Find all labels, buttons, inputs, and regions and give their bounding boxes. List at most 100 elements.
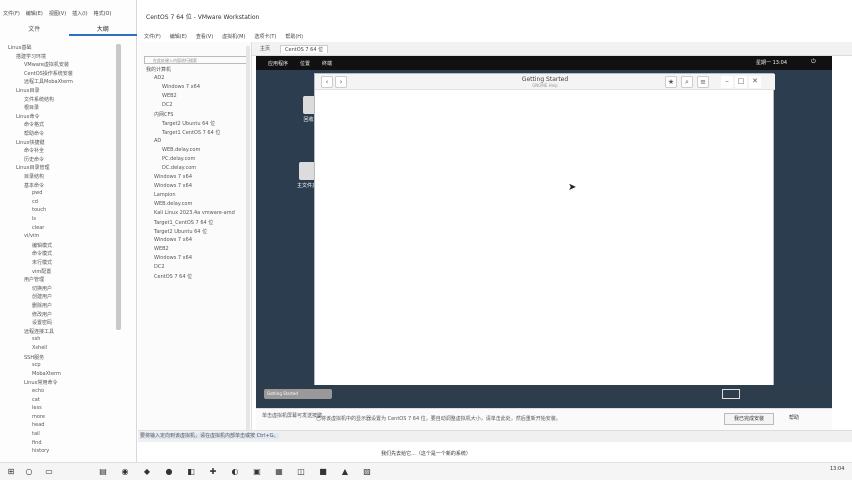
vmware-icon[interactable]: ▦ xyxy=(274,467,284,477)
app-icon[interactable]: ◫ xyxy=(296,467,306,477)
outline-node[interactable]: vim配置 xyxy=(32,268,51,275)
outline-node[interactable]: head xyxy=(32,422,44,428)
tab-home[interactable]: 主页 xyxy=(256,45,274,52)
search-icon[interactable]: ⌕ xyxy=(681,76,693,88)
outline-menu-edit[interactable]: 编辑(E) xyxy=(26,10,43,20)
browser-icon[interactable]: ◉ xyxy=(120,467,130,477)
library-item[interactable]: AD xyxy=(154,138,161,144)
explorer-icon[interactable]: ▤ xyxy=(98,467,108,477)
library-item[interactable]: Lampion xyxy=(154,192,176,198)
library-item[interactable]: Target2 Ubuntu 64 位 xyxy=(154,228,207,235)
help-button[interactable]: 帮助 xyxy=(784,413,804,425)
library-item[interactable]: WEB2 xyxy=(162,93,177,99)
taskbar-clock[interactable]: 13:04 xyxy=(830,466,844,472)
outline-node[interactable]: CentOS操作系统安装 xyxy=(24,70,73,77)
start-icon[interactable]: ⊞ xyxy=(6,467,16,477)
outline-node[interactable]: 帮助命令 xyxy=(24,130,44,137)
guest-screen[interactable]: 应用程序 位置 终端 星期一 13:04 ⏻ 回收站 主文件夹 ‹ › Gett… xyxy=(256,56,832,408)
outline-node[interactable]: 命令补全 xyxy=(24,147,44,154)
workspace-switcher-icon[interactable] xyxy=(722,389,740,399)
outline-node[interactable]: 用户管理 xyxy=(24,276,44,283)
library-item[interactable]: Target2 Ubuntu 64 位 xyxy=(162,120,215,127)
outline-node[interactable]: 末行模式 xyxy=(32,259,52,266)
outline-node[interactable]: Linux快捷键 xyxy=(16,139,44,146)
outline-node[interactable]: SSH服务 xyxy=(24,354,44,361)
outline-menu-file[interactable]: 文件(F) xyxy=(3,10,20,20)
outline-node[interactable]: 切换用户 xyxy=(32,285,52,292)
library-item[interactable]: 我的计算机 xyxy=(146,66,171,73)
outline-node[interactable]: Xshell xyxy=(32,345,47,351)
outline-node[interactable]: 基本命令 xyxy=(24,182,44,189)
library-item[interactable]: 内网CFS xyxy=(154,111,173,118)
outline-node[interactable]: 修改用户 xyxy=(32,311,52,318)
maximize-icon[interactable]: □ xyxy=(735,76,747,88)
vm-menu-edit[interactable]: 编辑(E) xyxy=(170,33,187,40)
library-item[interactable]: Kali Linux 2023.4a vmware-amd xyxy=(154,210,235,216)
power-icon[interactable]: ⏻ xyxy=(811,58,816,66)
outline-node[interactable]: ls xyxy=(32,216,36,222)
outline-node[interactable]: 搭建学习环境 xyxy=(16,53,46,60)
app-icon[interactable]: ◧ xyxy=(186,467,196,477)
library-item[interactable]: Windows 7 x64 xyxy=(154,174,192,180)
outline-node[interactable]: 远程工具MobaXterm xyxy=(24,78,73,85)
library-item[interactable]: Target1_CentOS 7 64 位 xyxy=(154,219,213,226)
vm-menu-vm[interactable]: 虚拟机(M) xyxy=(222,33,245,40)
outline-node[interactable]: ssh xyxy=(32,336,40,342)
library-item[interactable]: WEB.delay.com xyxy=(162,147,200,153)
app-icon[interactable]: ▲ xyxy=(340,467,350,477)
outline-node[interactable]: VMware虚拟机安装 xyxy=(24,61,69,68)
library-search-input[interactable]: 在此处键入内容进行搜索 xyxy=(144,56,248,64)
outline-menu-view[interactable]: 视图(V) xyxy=(49,10,66,20)
library-item[interactable]: DC2 xyxy=(154,264,165,270)
install-complete-button[interactable]: 我已完成安装 xyxy=(724,413,774,425)
outline-node[interactable]: 命令模式 xyxy=(32,250,52,257)
outline-node[interactable]: echo xyxy=(32,388,44,394)
outline-node[interactable]: Linux目录管理 xyxy=(16,164,49,171)
library-item[interactable]: WEB2 xyxy=(154,246,169,252)
library-item[interactable]: AD2 xyxy=(154,75,164,81)
outline-scrollbar[interactable] xyxy=(116,44,121,330)
vm-menu-file[interactable]: 文件(F) xyxy=(144,33,161,40)
gnome-places-menu[interactable]: 位置 xyxy=(300,60,310,67)
outline-node[interactable]: 编辑模式 xyxy=(32,242,52,249)
outline-node[interactable]: clear xyxy=(32,225,44,231)
library-item[interactable]: DC.delay.com xyxy=(162,165,196,171)
outline-node[interactable]: find xyxy=(32,440,42,446)
outline-menu-format[interactable]: 格式(O) xyxy=(94,10,112,20)
app-icon[interactable]: ● xyxy=(164,467,174,477)
app-icon[interactable]: ◐ xyxy=(230,467,240,477)
tab-outline[interactable]: 大纲 xyxy=(68,24,137,36)
library-item[interactable]: Windows 7 x64 xyxy=(162,84,200,90)
vm-menu-tabs[interactable]: 选项卡(T) xyxy=(254,33,276,40)
close-icon[interactable]: ✕ xyxy=(749,76,761,88)
outline-node[interactable]: less xyxy=(32,405,42,411)
library-item[interactable]: Target1 CentOS 7 64 位 xyxy=(162,129,220,136)
outline-node[interactable]: vi/vim xyxy=(24,233,39,239)
app-icon[interactable]: ◆ xyxy=(142,467,152,477)
library-scrollbar[interactable] xyxy=(246,46,250,436)
vm-menu-view[interactable]: 查看(V) xyxy=(196,33,213,40)
vm-menu-help[interactable]: 帮助(H) xyxy=(285,33,303,40)
outline-node[interactable]: 文件系统结构 xyxy=(24,96,54,103)
outline-node[interactable]: more xyxy=(32,414,45,420)
outline-node[interactable]: cd xyxy=(32,199,38,205)
library-item[interactable]: Windows 7 x64 xyxy=(154,183,192,189)
app-icon[interactable]: ✚ xyxy=(208,467,218,477)
outline-node[interactable]: scp xyxy=(32,362,41,368)
app-icon[interactable]: ▨ xyxy=(362,467,372,477)
library-item[interactable]: Windows 7 x64 xyxy=(154,255,192,261)
app-icon[interactable]: ▣ xyxy=(252,467,262,477)
minimize-icon[interactable]: – xyxy=(721,76,733,88)
outline-node[interactable]: tail xyxy=(32,431,40,437)
library-item[interactable]: WEB.delay.com xyxy=(154,201,192,207)
outline-node[interactable]: cat xyxy=(32,397,40,403)
outline-node[interactable]: Linux基础 xyxy=(8,44,31,51)
outline-node[interactable]: 目录结构 xyxy=(24,173,44,180)
library-item[interactable]: DC2 xyxy=(162,102,173,108)
outline-node[interactable]: touch xyxy=(32,207,46,213)
outline-node[interactable]: 远程连接工具 xyxy=(24,328,54,335)
task-view-icon[interactable]: ▭ xyxy=(44,467,54,477)
library-item[interactable]: PC.delay.com xyxy=(162,156,195,162)
outline-menu-insert[interactable]: 插入(I) xyxy=(72,10,87,20)
tab-centos[interactable]: CentOS 7 64 位 xyxy=(280,44,329,53)
